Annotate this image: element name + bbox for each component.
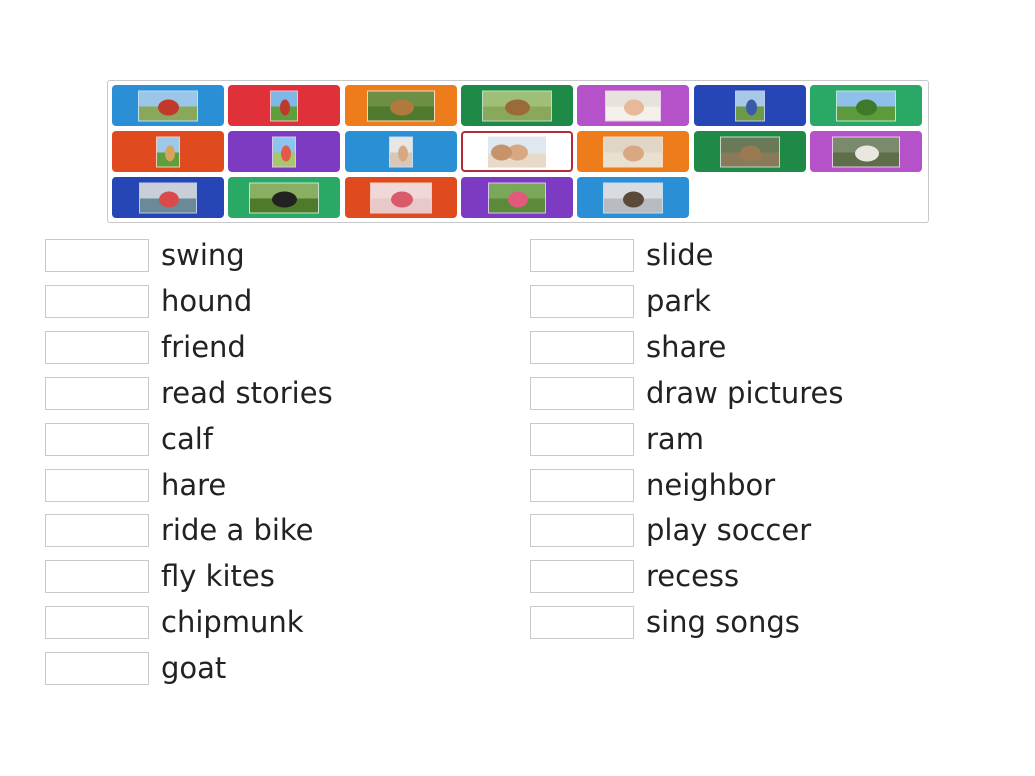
play-photo-icon — [156, 136, 180, 167]
draw-pictures-photo-icon — [369, 182, 432, 213]
word-label: calf — [161, 421, 213, 456]
swing-photo-icon — [138, 90, 198, 121]
share-photo-icon — [603, 136, 664, 167]
word-label: fly kites — [161, 559, 275, 594]
image-tile[interactable] — [577, 85, 690, 126]
image-tile[interactable] — [693, 85, 806, 126]
word-label: draw pictures — [646, 375, 844, 410]
drop-slot[interactable] — [530, 284, 634, 318]
chipmunk-photo-icon — [719, 136, 780, 167]
image-tile[interactable] — [460, 131, 573, 172]
ride-bike-photo-icon — [734, 90, 765, 121]
word-label: recess — [646, 559, 740, 594]
drop-slot[interactable] — [45, 422, 149, 456]
image-tray — [107, 80, 929, 223]
word-label: read stories — [161, 375, 333, 410]
drop-slot[interactable] — [45, 514, 149, 548]
word-label: park — [646, 283, 711, 318]
drop-slot[interactable] — [530, 606, 634, 640]
image-tile[interactable] — [344, 131, 457, 172]
image-tile[interactable] — [112, 85, 224, 126]
image-tile[interactable] — [112, 131, 224, 172]
image-tile[interactable] — [344, 177, 457, 218]
word-label: goat — [161, 651, 227, 686]
drop-slot[interactable] — [530, 514, 634, 548]
slide-photo-icon — [270, 90, 299, 121]
image-tile[interactable] — [577, 177, 690, 218]
word-label: share — [646, 329, 727, 364]
word-label: ram — [646, 421, 704, 456]
neighbor-photo-icon — [487, 182, 546, 213]
drop-slot[interactable] — [45, 284, 149, 318]
fly-kites-photo-icon — [272, 136, 297, 167]
image-tile[interactable] — [809, 131, 922, 172]
soccer-photo-icon — [139, 182, 197, 213]
calf-photo-icon — [249, 182, 320, 213]
drop-slot[interactable] — [45, 376, 149, 410]
image-tile[interactable] — [228, 85, 341, 126]
image-tile[interactable] — [460, 177, 573, 218]
boy-photo-icon — [388, 136, 413, 167]
image-tile[interactable] — [577, 131, 690, 172]
word-label: ride a bike — [161, 513, 314, 548]
word-label: swing — [161, 238, 245, 272]
drop-slot[interactable] — [530, 560, 634, 594]
drop-slot[interactable] — [45, 652, 149, 686]
image-tile[interactable] — [112, 177, 224, 218]
word-label: hare — [161, 467, 227, 502]
goat-photo-icon — [831, 136, 900, 167]
drop-slot[interactable] — [530, 330, 634, 364]
image-tile[interactable] — [228, 177, 341, 218]
word-label: neighbor — [646, 467, 776, 502]
image-tile[interactable] — [344, 85, 457, 126]
word-label: play soccer — [646, 513, 812, 548]
drop-slot[interactable] — [45, 560, 149, 594]
read-stories-photo-icon — [605, 90, 662, 121]
image-tile[interactable] — [460, 85, 573, 126]
hound-photo-icon — [366, 90, 435, 121]
image-tile[interactable] — [809, 85, 922, 126]
word-label: slide — [646, 238, 714, 272]
word-label: chipmunk — [161, 605, 304, 640]
hare-photo-icon — [481, 90, 552, 121]
drop-slot[interactable] — [45, 468, 149, 502]
friends-photo-icon — [486, 135, 547, 168]
drop-slot[interactable] — [530, 376, 634, 410]
image-tile[interactable] — [228, 131, 341, 172]
image-tile[interactable] — [693, 131, 806, 172]
drop-slot[interactable] — [530, 239, 634, 272]
drop-slot[interactable] — [530, 422, 634, 456]
drop-slot[interactable] — [530, 468, 634, 502]
word-label: hound — [161, 283, 253, 318]
drop-slot[interactable] — [45, 606, 149, 640]
word-label: sing songs — [646, 605, 800, 640]
drop-slot[interactable] — [45, 330, 149, 364]
word-label: friend — [161, 329, 246, 364]
park-photo-icon — [835, 90, 896, 121]
drop-slot[interactable] — [45, 239, 149, 272]
ram-photo-icon — [603, 182, 664, 213]
